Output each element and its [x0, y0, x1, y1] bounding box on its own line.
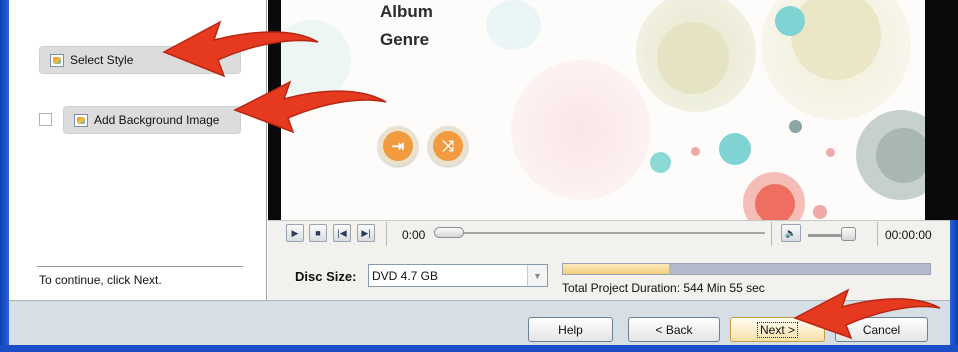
skip-back-icon: |◀ — [337, 227, 347, 238]
disc-size-dropdown[interactable]: DVD 4.7 GB ▼ — [368, 264, 548, 287]
skip-forward-icon: ▶| — [361, 227, 371, 238]
play-button[interactable]: ▶ — [286, 224, 304, 242]
disc-size-value: DVD 4.7 GB — [372, 268, 439, 283]
next-chapter-button[interactable]: ▶| — [357, 224, 375, 242]
window-frame-left — [0, 0, 9, 352]
control-separator — [386, 222, 387, 246]
speaker-icon: 🔈 — [785, 227, 797, 238]
image-icon — [74, 113, 88, 127]
mute-button[interactable]: 🔈 — [781, 224, 801, 242]
decor-bubble — [657, 22, 729, 94]
total-time: 00:00:00 — [885, 228, 932, 242]
decor-bubble — [691, 147, 700, 156]
select-style-label: Select Style — [70, 53, 134, 67]
menu-item-album: Album — [380, 2, 433, 21]
preview-letterbox-right — [925, 0, 958, 220]
stop-button[interactable]: ■ — [309, 224, 327, 242]
shuffle-button[interactable]: ⤨ — [428, 126, 468, 166]
decor-bubble — [486, 0, 541, 50]
add-background-image-button[interactable]: Add Background Image — [63, 106, 241, 134]
window-frame-bottom — [0, 345, 958, 352]
seek-slider-thumb[interactable] — [434, 227, 464, 238]
shuffle-icon: ⤨ — [433, 131, 463, 161]
decor-bubble — [826, 148, 835, 157]
decor-bubble — [650, 152, 671, 173]
annotation-arrow-icon — [793, 288, 941, 340]
menu-item-genre: Genre — [380, 30, 430, 49]
annotation-arrow-icon — [233, 80, 387, 134]
project-duration: Total Project Duration: 544 Min 55 sec — [562, 281, 765, 295]
decor-bubble — [789, 120, 802, 133]
play-icon: ▶ — [291, 227, 299, 238]
stop-icon: ■ — [315, 228, 321, 238]
decor-bubble — [719, 133, 751, 165]
back-button[interactable]: < Back — [628, 317, 720, 342]
help-button[interactable]: Help — [528, 317, 613, 342]
annotation-arrow-icon — [162, 20, 319, 78]
chevron-down-icon[interactable]: ▼ — [527, 265, 547, 286]
continue-hint: To continue, click Next. — [39, 273, 162, 287]
decor-bubble — [511, 60, 651, 200]
seek-track[interactable] — [460, 232, 765, 234]
disc-size-label: Disc Size: — [295, 269, 357, 284]
control-separator — [771, 222, 772, 246]
add-background-label: Add Background Image — [94, 113, 220, 127]
play-all-icon: ⇥ — [383, 131, 413, 161]
panel-divider — [37, 266, 243, 267]
style-icon — [50, 53, 64, 67]
decor-bubble — [876, 128, 925, 183]
disc-usage-bar — [562, 263, 931, 275]
current-time: 0:00 — [402, 228, 426, 242]
previous-chapter-button[interactable]: |◀ — [333, 224, 351, 242]
add-background-checkbox[interactable] — [39, 113, 52, 126]
decor-bubble — [755, 184, 795, 220]
decor-bubble — [775, 6, 805, 36]
decor-bubble — [813, 205, 827, 219]
control-separator — [877, 222, 878, 246]
play-all-button[interactable]: ⇥ — [378, 126, 418, 166]
volume-slider-thumb[interactable] — [840, 227, 856, 241]
disc-usage-fill — [563, 264, 670, 274]
